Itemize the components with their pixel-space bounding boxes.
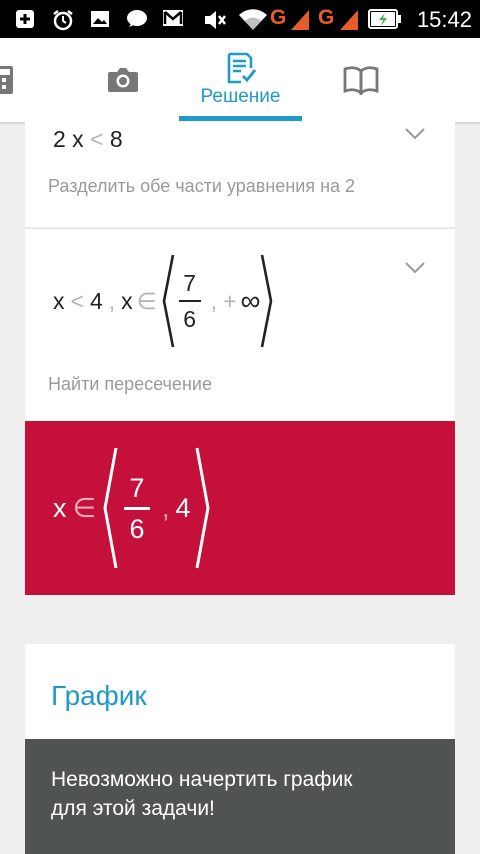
chevron-down-icon[interactable] bbox=[405, 128, 425, 140]
result-fraction-denominator: 6 bbox=[129, 513, 145, 544]
expr-lhs: 2 x bbox=[53, 126, 84, 152]
expr-comma: , bbox=[210, 287, 218, 314]
camera-icon bbox=[108, 68, 138, 92]
tab-book[interactable] bbox=[336, 38, 386, 122]
tab-calculator[interactable] bbox=[0, 38, 18, 122]
book-icon bbox=[343, 66, 379, 95]
step-1-expression: 2 x < 8 bbox=[53, 126, 123, 153]
signal-icon bbox=[340, 10, 358, 30]
clock: 15:42 bbox=[416, 7, 472, 32]
result-comma: , bbox=[162, 492, 170, 523]
chevron-down-icon[interactable] bbox=[405, 262, 425, 274]
step-card-2[interactable]: x < 4 , x ∈ 7 6 , + ∞ Найти пересечение bbox=[25, 228, 455, 421]
right-angle-bracket bbox=[195, 447, 210, 569]
step-card-1[interactable]: 2 x < 8 Разделить обе части уравнения на… bbox=[25, 122, 455, 227]
result-panel: x ∈ 7 6 , 4 bbox=[25, 421, 455, 595]
expr-element-of: ∈ bbox=[136, 287, 157, 314]
network-type-2: G bbox=[318, 6, 335, 29]
add-icon bbox=[16, 10, 34, 28]
expr-var: x bbox=[53, 287, 65, 314]
result-upper: 4 bbox=[175, 492, 191, 523]
tab-bar: Решение bbox=[0, 38, 480, 122]
image-icon bbox=[91, 11, 109, 27]
chat-icon bbox=[127, 10, 147, 27]
result-var: x bbox=[53, 492, 67, 523]
battery-charging-icon bbox=[368, 9, 401, 29]
signal-icon bbox=[291, 10, 309, 30]
expr-separator: , bbox=[108, 287, 116, 314]
right-angle-bracket bbox=[261, 254, 273, 348]
mute-icon bbox=[205, 11, 226, 29]
tab-solution-label: Решение bbox=[200, 86, 281, 107]
expr-less-than: < bbox=[70, 287, 84, 314]
calculator-icon bbox=[0, 66, 13, 94]
graph-title: График bbox=[51, 680, 147, 711]
expr-infinity: ∞ bbox=[240, 285, 261, 316]
left-angle-bracket bbox=[162, 254, 174, 348]
status-bar: G G 15:42 bbox=[0, 0, 480, 38]
tab-solution[interactable]: Решение bbox=[179, 38, 302, 122]
gmail-icon bbox=[163, 10, 183, 26]
step-1-description: Разделить обе части уравнения на 2 bbox=[48, 176, 356, 196]
fraction-denominator: 6 bbox=[183, 306, 197, 332]
fraction: 7 6 bbox=[178, 268, 201, 334]
step-2-expression: x < 4 , x ∈ 7 6 , + ∞ bbox=[53, 254, 274, 348]
left-angle-bracket bbox=[103, 447, 118, 569]
solution-icon bbox=[227, 52, 256, 84]
result-element-of: ∈ bbox=[72, 492, 97, 523]
wifi-icon bbox=[239, 9, 267, 30]
active-tab-indicator bbox=[179, 116, 302, 121]
fraction-bar bbox=[178, 300, 201, 302]
network-type-1: G bbox=[270, 6, 287, 29]
expr-plus: + bbox=[223, 287, 237, 314]
fraction-numerator: 7 bbox=[183, 270, 197, 296]
expr-operator: < bbox=[90, 126, 104, 152]
expr-value: 4 bbox=[89, 287, 103, 314]
result-fraction: 7 6 bbox=[124, 471, 151, 546]
result-expression: x ∈ 7 6 , 4 bbox=[53, 443, 211, 573]
result-fraction-bar bbox=[124, 506, 151, 510]
result-fraction-numerator: 7 bbox=[129, 472, 145, 503]
expr-rhs: 8 bbox=[109, 126, 123, 152]
alarm-icon bbox=[53, 10, 73, 31]
tab-camera[interactable] bbox=[98, 38, 148, 122]
graph-card: График Невозможно начертить график для э… bbox=[25, 644, 455, 854]
step-2-description: Найти пересечение bbox=[48, 374, 212, 394]
expr-var-2: x bbox=[121, 287, 133, 314]
graph-message: Невозможно начертить график для этой зад… bbox=[25, 739, 455, 854]
